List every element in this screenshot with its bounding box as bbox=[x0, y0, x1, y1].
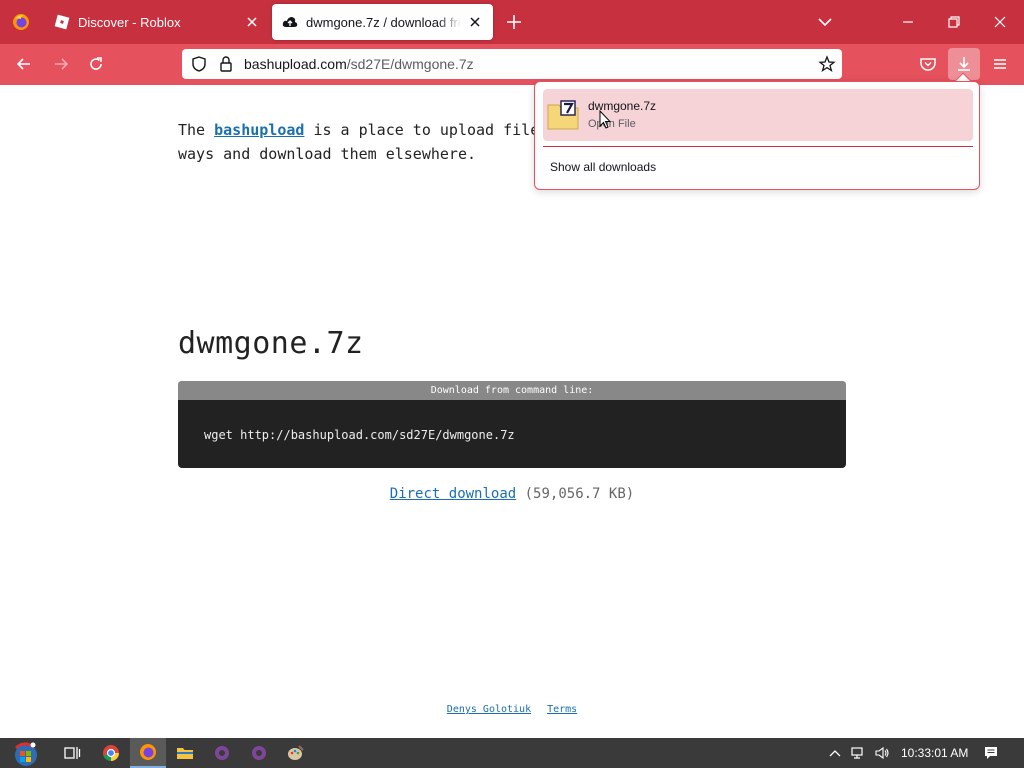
direct-download-link[interactable]: Direct download bbox=[390, 486, 516, 502]
wget-command[interactable]: wget http://bashupload.com/sd27E/dwmgone… bbox=[204, 428, 515, 442]
show-all-downloads-button[interactable]: Show all downloads bbox=[550, 160, 656, 174]
app-menu-icon[interactable] bbox=[990, 54, 1010, 74]
tab-dwmgone-download[interactable]: dwmgone.7z / download from bashupload.co… bbox=[272, 4, 493, 40]
volume-icon[interactable] bbox=[874, 745, 890, 761]
page-footer: Denys Golotiuk Terms bbox=[0, 704, 1024, 715]
windows-taskbar: 10:33:01 AM bbox=[0, 738, 1024, 768]
direct-download-line: Direct download (59,056.7 KB) bbox=[178, 486, 846, 502]
task-view-icon bbox=[64, 747, 81, 759]
url-host: bashupload.com bbox=[244, 56, 347, 72]
taskbar-app-purple-1[interactable] bbox=[204, 738, 240, 768]
tab-title: Discover - Roblox bbox=[78, 14, 181, 30]
terms-link[interactable]: Terms bbox=[547, 704, 577, 715]
chrome-icon bbox=[103, 745, 119, 762]
back-icon[interactable] bbox=[14, 54, 34, 74]
downloads-panel: dwmgone.7z Open File Show all downloads bbox=[534, 81, 980, 190]
taskbar-paint[interactable] bbox=[278, 738, 314, 768]
firefox-icon bbox=[140, 744, 156, 760]
new-tab-icon[interactable] bbox=[505, 13, 523, 31]
address-bar[interactable]: bashupload.com/sd27E/dwmgone.7z bbox=[182, 49, 842, 79]
author-link[interactable]: Denys Golotiuk bbox=[447, 704, 531, 715]
close-tab-icon[interactable] bbox=[467, 14, 483, 30]
download-status: Open File bbox=[588, 118, 636, 130]
minimize-icon[interactable] bbox=[898, 12, 918, 32]
list-all-tabs-icon[interactable] bbox=[815, 12, 835, 32]
system-clock[interactable]: 10:33:01 AM bbox=[901, 746, 968, 760]
bashupload-link[interactable]: bashupload bbox=[214, 121, 304, 139]
tracking-protection-shield-icon[interactable] bbox=[190, 55, 208, 73]
restore-icon[interactable] bbox=[944, 12, 964, 32]
firefox-menu-icon[interactable] bbox=[12, 13, 30, 31]
command-box: Download from command line: wget http://… bbox=[178, 381, 846, 468]
pocket-icon[interactable] bbox=[918, 54, 938, 74]
tor-browser-icon bbox=[252, 746, 266, 760]
tor-browser-icon bbox=[215, 746, 229, 760]
reload-icon[interactable] bbox=[86, 54, 106, 74]
lock-icon[interactable] bbox=[218, 55, 234, 73]
download-icon bbox=[958, 57, 970, 71]
action-center-icon[interactable] bbox=[983, 745, 999, 761]
panel-divider bbox=[543, 146, 973, 147]
taskbar-app-purple-2[interactable] bbox=[241, 738, 277, 768]
url-path: /sd27E/dwmgone.7z bbox=[346, 56, 474, 72]
task-view-button[interactable] bbox=[54, 738, 90, 768]
intro-text-before: The bbox=[178, 121, 215, 139]
windows-start-icon bbox=[15, 742, 37, 766]
start-button[interactable] bbox=[6, 738, 46, 768]
tab-discover-roblox[interactable]: Discover - Roblox bbox=[44, 4, 270, 40]
command-box-header: Download from command line: bbox=[178, 381, 846, 400]
upload-cloud-icon bbox=[282, 17, 298, 27]
taskbar-firefox[interactable] bbox=[130, 738, 166, 768]
close-tab-icon[interactable] bbox=[244, 14, 260, 30]
folder-icon bbox=[177, 748, 193, 759]
roblox-icon bbox=[54, 14, 70, 30]
forward-icon[interactable] bbox=[51, 54, 71, 74]
7z-archive-icon bbox=[547, 100, 579, 130]
taskbar-file-explorer[interactable] bbox=[167, 738, 203, 768]
mouse-cursor-icon bbox=[599, 110, 611, 129]
url-text[interactable]: bashupload.com/sd27E/dwmgone.7z bbox=[244, 56, 474, 72]
show-hidden-icons-icon[interactable] bbox=[827, 745, 843, 761]
file-title: dwmgone.7z bbox=[178, 326, 364, 361]
tab-title: dwmgone.7z / download from bashupload.co… bbox=[306, 14, 461, 30]
network-icon[interactable] bbox=[850, 745, 866, 761]
file-size: (59,056.7 KB) bbox=[516, 486, 635, 502]
close-window-icon[interactable] bbox=[990, 12, 1010, 32]
bookmark-star-icon[interactable] bbox=[818, 55, 836, 73]
taskbar-chrome[interactable] bbox=[93, 738, 129, 768]
tab-strip: Discover - Roblox dwmgone.7z / download … bbox=[0, 0, 1024, 44]
paint-palette-icon bbox=[288, 745, 304, 760]
